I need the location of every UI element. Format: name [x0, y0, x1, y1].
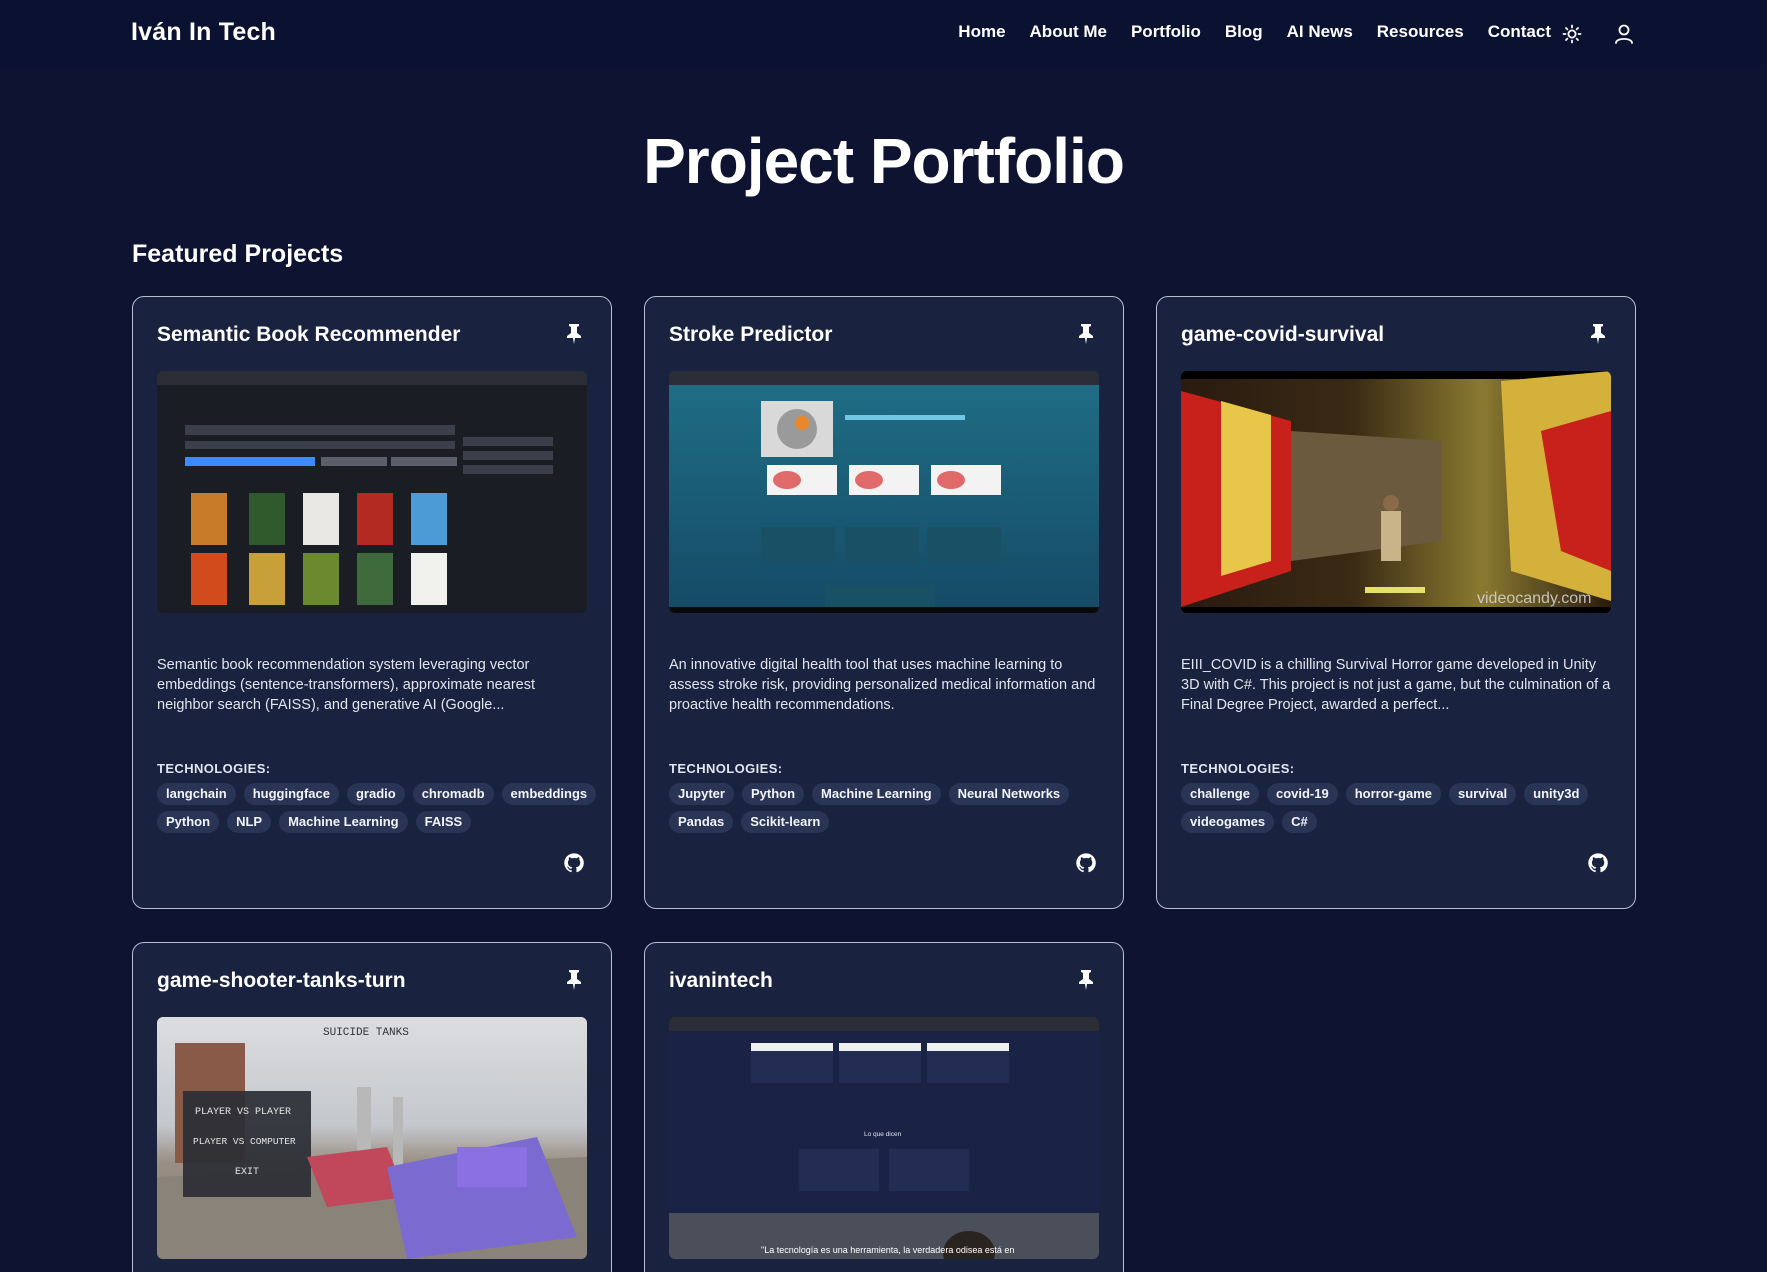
pin-icon	[567, 324, 581, 344]
project-title[interactable]: ivanintech	[669, 969, 773, 993]
tag[interactable]: FAISS	[415, 811, 472, 833]
pin-icon	[1591, 324, 1605, 344]
project-card[interactable]: ivanintech Lo que dicen "La tecnología e…	[644, 942, 1124, 1272]
user-icon[interactable]	[1610, 20, 1638, 48]
project-card[interactable]: game-shooter-tanks-turn SUICIDE TANKS PL…	[132, 942, 612, 1272]
project-title[interactable]: Stroke Predictor	[669, 323, 832, 347]
tag[interactable]: horror-game	[1345, 783, 1442, 805]
menu-option-text: PLAYER VS COMPUTER	[193, 1136, 296, 1147]
quote-text: "La tecnología es una herramienta, la ve…	[761, 1245, 1014, 1255]
menu-option-text: PLAYER VS PLAYER	[195, 1107, 291, 1118]
main-menu: Home About Me Portfolio Blog AI News Res…	[958, 22, 1551, 42]
project-description: EIII_COVID is a chilling Survival Horror…	[1181, 657, 1611, 713]
technologies-label: TECHNOLOGIES:	[1181, 761, 1295, 776]
tag[interactable]: chromadb	[412, 783, 494, 805]
project-title[interactable]: game-shooter-tanks-turn	[157, 969, 406, 993]
tag[interactable]: gradio	[346, 783, 405, 805]
watermark-text: videocandy.com	[1477, 590, 1591, 607]
project-card[interactable]: game-covid-survival videocandy.com EIII_…	[1156, 296, 1636, 909]
tag[interactable]: challenge	[1181, 783, 1259, 805]
project-card[interactable]: Stroke Predictor An innovative digital h…	[644, 296, 1124, 909]
section-title: Featured Projects	[132, 240, 344, 268]
section-caption-text: Lo que dicen	[864, 1131, 902, 1138]
tag-list: langchain huggingface gradio chromadb em…	[157, 783, 597, 833]
nav-about-me[interactable]: About Me	[1030, 22, 1107, 42]
tag[interactable]: Neural Networks	[948, 783, 1070, 805]
sun-icon[interactable]	[1558, 20, 1586, 48]
tag[interactable]: Machine Learning	[812, 783, 941, 805]
nav-resources[interactable]: Resources	[1377, 22, 1464, 42]
project-title[interactable]: Semantic Book Recommender	[157, 323, 460, 347]
tag[interactable]: Jupyter	[669, 783, 734, 805]
project-thumbnail[interactable]	[669, 371, 1099, 613]
github-icon[interactable]	[563, 852, 585, 874]
project-thumbnail[interactable]: SUICIDE TANKS PLAYER VS PLAYER PLAYER VS…	[157, 1017, 587, 1259]
tag[interactable]: Pandas	[669, 811, 734, 833]
project-card[interactable]: Semantic Book Recommender Semantic book …	[132, 296, 612, 909]
page-title: Project Portfolio	[643, 125, 1125, 197]
tag-list: challenge covid-19 horror-game survival …	[1181, 783, 1621, 833]
github-icon[interactable]	[1587, 852, 1609, 874]
pin-icon	[567, 970, 581, 990]
technologies-label: TECHNOLOGIES:	[669, 761, 783, 776]
tag[interactable]: survival	[1449, 783, 1517, 805]
github-icon[interactable]	[1075, 852, 1097, 874]
tag[interactable]: NLP	[227, 811, 272, 833]
pin-icon	[1079, 324, 1093, 344]
tag[interactable]: C#	[1282, 811, 1317, 833]
project-thumbnail[interactable]: videocandy.com	[1181, 371, 1611, 613]
tag[interactable]: Machine Learning	[279, 811, 408, 833]
tag[interactable]: Scikit-learn	[741, 811, 830, 833]
tag[interactable]: Python	[157, 811, 220, 833]
project-description: An innovative digital health tool that u…	[669, 657, 1096, 713]
nav-blog[interactable]: Blog	[1225, 22, 1263, 42]
tag[interactable]: videogames	[1181, 811, 1275, 833]
project-description: Semantic book recommendation system leve…	[157, 657, 535, 713]
nav-contact[interactable]: Contact	[1488, 22, 1551, 42]
project-thumbnail[interactable]	[157, 371, 587, 613]
tag[interactable]: huggingface	[243, 783, 339, 805]
tag[interactable]: covid-19	[1266, 783, 1338, 805]
top-navbar: Iván In Tech Home About Me Portfolio Blo…	[0, 0, 1767, 68]
nav-ai-news[interactable]: AI News	[1287, 22, 1353, 42]
menu-option-text: EXIT	[235, 1167, 259, 1178]
project-title[interactable]: game-covid-survival	[1181, 323, 1384, 347]
pin-icon	[1079, 970, 1093, 990]
tag-list: Jupyter Python Machine Learning Neural N…	[669, 783, 1109, 833]
project-thumbnail[interactable]: Lo que dicen "La tecnología es una herra…	[669, 1017, 1099, 1259]
technologies-label: TECHNOLOGIES:	[157, 761, 271, 776]
tag[interactable]: embeddings	[501, 783, 597, 805]
nav-portfolio[interactable]: Portfolio	[1131, 22, 1201, 42]
brand-logo[interactable]: Iván In Tech	[131, 18, 276, 47]
game-title-text: SUICIDE TANKS	[323, 1027, 409, 1039]
tag[interactable]: langchain	[157, 783, 236, 805]
nav-home[interactable]: Home	[958, 22, 1005, 42]
tag[interactable]: unity3d	[1524, 783, 1589, 805]
tag[interactable]: Python	[741, 783, 805, 805]
